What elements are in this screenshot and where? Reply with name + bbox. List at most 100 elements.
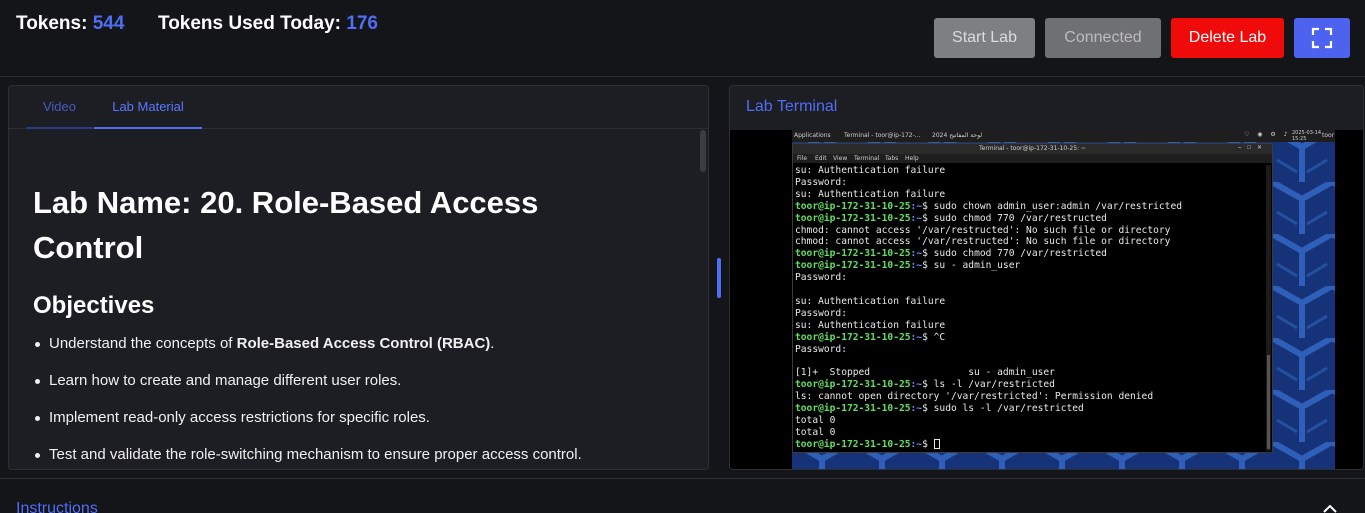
prompt-path: :~ [910, 260, 923, 272]
keyboard-layout-indicator[interactable]: لوحة المفاتيح 2024 [932, 132, 982, 139]
prompt-path: :~ [910, 248, 923, 260]
lab-terminal-panel: Lab Terminal Applications Terminal - too… [729, 85, 1364, 470]
terminal-line: su: Authentication failure [795, 319, 946, 331]
terminal-line: chmod: cannot access '/var/restructed': … [795, 236, 1171, 248]
command-text: $ sudo chmod 770 /var/restructed [922, 212, 1107, 224]
lab-terminal-title: Lab Terminal [746, 98, 838, 115]
lab-material-content[interactable]: Lab Name: 20. Role-Based Access Control … [9, 130, 699, 469]
window-controls[interactable]: –□✕ [1238, 144, 1268, 151]
top-header: Tokens: 544 Tokens Used Today: 176 Start… [0, 0, 1365, 77]
objective-text: Test and validate the role-switching mec… [49, 446, 582, 463]
tray-icons: ♡ ◉ ⚙ ♪ [1244, 131, 1291, 138]
tokens-stat: Tokens: 544 [16, 13, 124, 35]
list-item: Understand the concepts of Role-Based Ac… [35, 335, 582, 372]
chevron-up-icon[interactable] [1322, 503, 1338, 513]
terminal-line: toor@ip-172-31-10-25:~$ sudo ls -l /var/… [795, 403, 1265, 415]
objective-text: Understand the concepts of [49, 335, 237, 352]
objective-text: Implement read-only access restrictions … [49, 409, 430, 426]
prompt-path: :~ [910, 438, 923, 450]
terminal-line: su: Authentication failure [795, 165, 946, 176]
objectives-list: Understand the concepts of Role-Based Ac… [35, 335, 582, 469]
prompt-user: toor@ip-172-31-10-25 [795, 248, 911, 260]
prompt-path: :~ [910, 379, 923, 391]
terminal-line: toor@ip-172-31-10-25:~$ ^C [795, 332, 1265, 344]
scrollbar-thumb[interactable] [700, 130, 706, 172]
prompt-path: :~ [910, 212, 923, 224]
prompt-user: toor@ip-172-31-10-25 [795, 438, 911, 450]
menu-edit[interactable]: Edit [815, 155, 827, 162]
terminal-line: total 0 [795, 415, 836, 427]
list-item: Learn how to create and manage different… [35, 372, 582, 409]
terminal-line: Password: [795, 343, 847, 355]
prompt-user: toor@ip-172-31-10-25 [795, 212, 911, 224]
delete-lab-button[interactable]: Delete Lab [1171, 18, 1284, 58]
start-lab-button[interactable]: Start Lab [934, 18, 1035, 58]
terminal-line: Password: [795, 176, 847, 188]
terminal-menubar: File Edit View Terminal Tabs Help [793, 154, 1272, 163]
terminal-line: Password: [795, 307, 847, 319]
prompt-user: toor@ip-172-31-10-25 [795, 260, 911, 272]
list-item: Implement read-only access restrictions … [35, 409, 582, 446]
terminal-line: su: Authentication failure [795, 188, 946, 200]
terminal-line: [1]+ Stopped su - admin_user [795, 367, 1055, 379]
fullscreen-button[interactable] [1294, 18, 1350, 58]
fullscreen-icon [1311, 27, 1333, 49]
terminal-cursor [933, 438, 940, 449]
applications-menu[interactable]: Applications [794, 132, 831, 139]
terminal-output[interactable]: su: Authentication failure Password: su: A… [795, 165, 1265, 452]
remote-desktop[interactable]: Applications Terminal - toor@ip-172-... … [792, 130, 1335, 469]
prompt-user: toor@ip-172-31-10-25 [795, 331, 911, 343]
terminal-line: toor@ip-172-31-10-25:~$ su - admin_user [795, 260, 1265, 272]
objective-bold: Role-Based Access Control (RBAC) [236, 335, 491, 352]
menu-tabs[interactable]: Tabs [885, 155, 898, 162]
desktop-taskbar: Applications Terminal - toor@ip-172-... … [792, 130, 1335, 142]
tab-video[interactable]: Video [26, 86, 93, 129]
terminal-line: ls: cannot open directory '/var/restrict… [795, 391, 1154, 403]
terminal-line: su: Authentication failure [795, 295, 946, 307]
command-text: $ [922, 438, 934, 450]
tokens-used-label: Tokens Used Today: [158, 13, 341, 34]
terminal-line: total 0 [795, 426, 836, 438]
terminal-window[interactable]: Terminal - toor@ip-172-31-10-25: ~ –□✕ F… [792, 143, 1273, 453]
menu-file[interactable]: File [797, 155, 807, 162]
terminal-scrollbar-thumb[interactable] [1267, 355, 1270, 449]
terminal-window-title: Terminal - toor@ip-172-31-10-25: ~ [793, 144, 1272, 154]
terminal-line: toor@ip-172-31-10-25:~$ sudo chmod 770 /… [795, 213, 1265, 225]
objective-text: Learn how to create and manage different… [49, 372, 402, 389]
prompt-path: :~ [910, 200, 923, 212]
lab-title: Lab Name: 20. Role-Based Access Control [33, 185, 539, 265]
terminal-line: toor@ip-172-31-10-25:~$ ls -l /var/restr… [795, 379, 1265, 391]
taskbar-terminal-item[interactable]: Terminal - toor@ip-172-... [844, 132, 920, 139]
terminal-scrollbar[interactable] [1266, 165, 1271, 451]
menu-terminal[interactable]: Terminal [854, 155, 879, 162]
objectives-heading: Objectives [33, 292, 155, 319]
prompt-user: toor@ip-172-31-10-25 [795, 200, 911, 212]
objective-suffix: . [490, 335, 495, 352]
instructions-heading[interactable]: Instructions [16, 500, 98, 513]
command-text: $ sudo chmod 770 /var/restricted [922, 248, 1107, 260]
terminal-line: toor@ip-172-31-10-25:~$ sudo chown admin… [795, 201, 1265, 213]
prompt-path: :~ [910, 331, 923, 343]
panel-resize-handle[interactable] [717, 258, 721, 298]
command-text: $ sudo ls -l /var/restricted [922, 403, 1084, 415]
connected-button[interactable]: Connected [1045, 18, 1161, 58]
tokens-used-value: 176 [346, 13, 378, 34]
command-text: $ sudo chown admin_user:admin /var/restr… [922, 200, 1183, 212]
terminal-line: toor@ip-172-31-10-25:~$ sudo chmod 770 /… [795, 248, 1265, 260]
scrollbar[interactable] [698, 130, 708, 469]
command-text: $ ls -l /var/restricted [922, 379, 1055, 391]
command-text: $ ^C [922, 331, 946, 343]
remote-desktop-view[interactable]: Applications Terminal - toor@ip-172-... … [730, 130, 1363, 469]
prompt-user: toor@ip-172-31-10-25 [795, 403, 911, 415]
tab-lab-material[interactable]: Lab Material [94, 86, 202, 129]
menu-view[interactable]: View [833, 155, 847, 162]
prompt-path: :~ [910, 403, 923, 415]
tokens-label: Tokens: [16, 13, 88, 34]
desktop-user[interactable]: toor [1322, 132, 1334, 139]
command-text: $ su - admin_user [922, 260, 1021, 272]
menu-help[interactable]: Help [905, 155, 919, 162]
section-divider [0, 478, 1365, 479]
tokens-value: 544 [92, 13, 125, 34]
